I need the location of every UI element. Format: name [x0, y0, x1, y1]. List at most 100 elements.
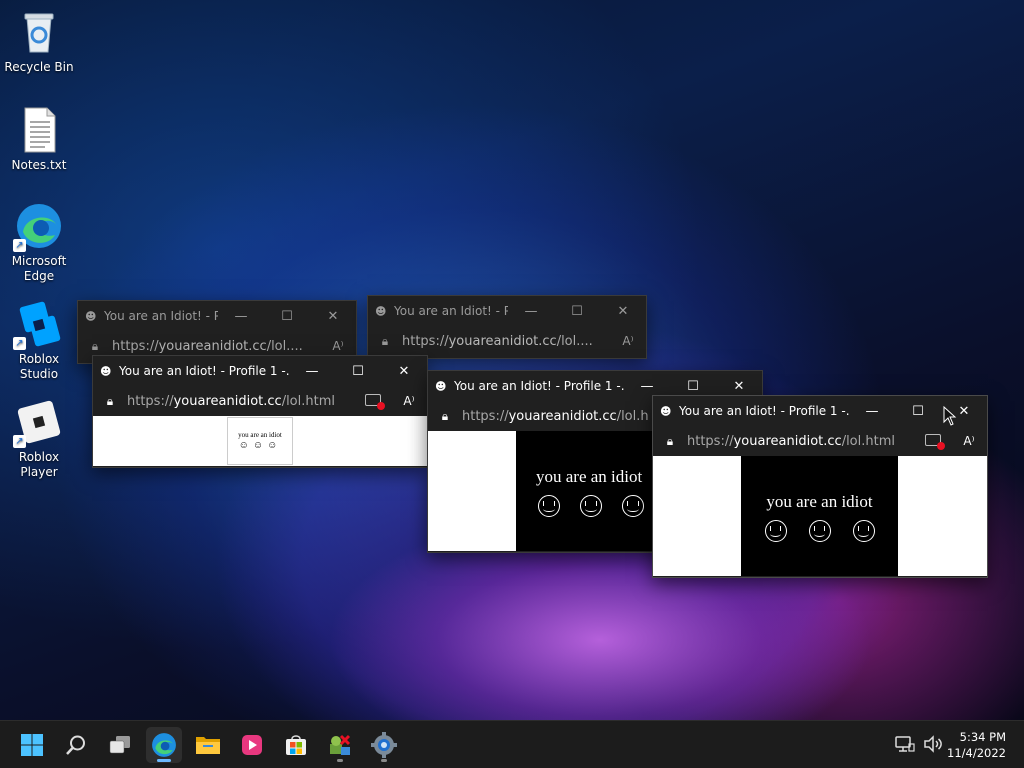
read-aloud-icon[interactable]: A⁾ [320, 339, 356, 353]
shortcut-arrow-icon: ↗ [13, 435, 26, 448]
window-titlebar[interactable]: ☻ You are an Idiot! - P... — ☐ ✕ [368, 296, 646, 326]
window-titlebar[interactable]: ☻ You are an Idiot! - Profile 1 -... — ☐… [653, 396, 987, 426]
edge-icon [152, 733, 176, 757]
desktop-icon-roblox-studio[interactable]: ↗ Roblox Studio [0, 300, 78, 382]
minimize-button[interactable]: — [289, 364, 335, 379]
url-path: /lol.html [841, 433, 895, 449]
url-scheme: https:// [402, 333, 449, 349]
windows-start-icon [21, 734, 43, 756]
edge-window[interactable]: ☻ You are an Idiot! - Profile 1 -... — ☐… [92, 355, 428, 468]
minimize-button[interactable]: — [624, 379, 670, 394]
edge-icon: ↗ [13, 202, 63, 252]
page-text: you are an idiot [766, 492, 873, 511]
url-text[interactable]: https://youareanidiot.cc/lol.html [687, 434, 915, 449]
lock-icon[interactable]: 🔒︎ [653, 434, 687, 449]
window-title: You are an Idiot! - Profile 1 -... [454, 379, 624, 393]
lock-icon[interactable]: 🔒︎ [93, 394, 127, 409]
close-button[interactable]: ✕ [310, 309, 356, 324]
window-titlebar[interactable]: ☻ You are an Idiot! - P... — ☐ ✕ [78, 301, 356, 331]
smiley-face-icon [580, 495, 602, 517]
address-bar[interactable]: 🔒︎ https://youareanidiot.cc/lol.html A⁾ [93, 386, 427, 416]
close-button[interactable]: ✕ [381, 364, 427, 379]
taskbar-settings[interactable] [366, 727, 402, 763]
running-indicator [157, 759, 171, 762]
shortcut-arrow-icon: ↗ [13, 239, 26, 252]
desktop-icon-roblox-player[interactable]: ↗ Roblox Player [0, 398, 78, 480]
roblox-player-icon: ↗ [13, 398, 63, 448]
maximize-button[interactable]: ☐ [554, 304, 600, 319]
idiot-panel: you are an idiot [741, 456, 898, 576]
shortcut-arrow-icon: ↗ [13, 337, 26, 350]
url-scheme: https:// [127, 393, 174, 409]
roblox-studio-icon: ↗ [13, 300, 63, 350]
network-icon[interactable] [895, 735, 915, 753]
smiley-face-icon [764, 520, 787, 542]
close-button[interactable]: ✕ [716, 379, 762, 394]
desktop-icon-edge[interactable]: ↗ Microsoft Edge [0, 202, 78, 284]
url-text[interactable]: https://youareanidiot.cc/lol.... [402, 334, 610, 349]
lock-icon[interactable]: 🔒︎ [78, 339, 112, 354]
lock-icon[interactable]: 🔒︎ [368, 334, 402, 349]
url-domain: youareanidiot.cc [448, 333, 557, 349]
search-icon [66, 735, 85, 755]
taskbar-virus-app[interactable] [322, 727, 358, 763]
address-bar[interactable]: 🔒︎ https://youareanidiot.cc/lol.... A⁾ [368, 326, 646, 356]
taskbar-file-explorer[interactable] [190, 727, 226, 763]
desktop-icon-label: Roblox Player [18, 450, 60, 479]
task-view-icon [109, 736, 130, 754]
lock-icon[interactable]: 🔒︎ [428, 409, 462, 424]
read-aloud-icon[interactable]: A⁾ [610, 334, 646, 348]
smiley-favicon-icon: ☻ [85, 309, 97, 323]
edge-window[interactable]: ☻ You are an Idiot! - Profile 1 -... — ☐… [652, 395, 988, 578]
close-button[interactable]: ✕ [600, 304, 646, 319]
task-view-button[interactable] [102, 727, 138, 763]
search-button[interactable] [58, 727, 94, 763]
url-domain: youareanidiot.cc [733, 433, 842, 449]
url-domain: youareanidiot.cc [508, 408, 617, 424]
window-title: You are an Idiot! - Profile 1 -... [679, 404, 849, 418]
taskbar-edge[interactable] [146, 727, 182, 763]
media-player-icon [242, 735, 262, 755]
screen-record-icon[interactable] [915, 433, 951, 450]
clock-time: 5:34 PM [959, 730, 1006, 744]
taskbar-microsoft-store[interactable] [278, 727, 314, 763]
minimize-button[interactable]: — [849, 404, 895, 419]
maximize-button[interactable]: ☐ [670, 379, 716, 394]
window-titlebar[interactable]: ☻ You are an Idiot! - Profile 1 -... — ☐… [93, 356, 427, 386]
smiley-favicon-icon: ☻ [660, 404, 672, 418]
start-button[interactable] [14, 727, 50, 763]
read-aloud-icon[interactable]: A⁾ [391, 394, 427, 408]
edge-window[interactable]: ☻ You are an Idiot! - P... — ☐ ✕ 🔒︎ http… [367, 295, 647, 359]
url-path: /lol.... [266, 338, 303, 354]
desktop-icon-notes[interactable]: Notes.txt [0, 106, 78, 173]
smiley-face-icon [538, 495, 560, 517]
desktop: Recycle Bin Notes.txt ↗ Microsoft Edge ↗… [0, 0, 1024, 720]
smiley-face-icon [852, 520, 875, 542]
smiley-row [741, 520, 898, 542]
minimize-button[interactable]: — [508, 304, 554, 319]
maximize-button[interactable]: ☐ [264, 309, 310, 324]
smiley-favicon-icon: ☻ [435, 379, 447, 393]
url-path: /lol.... [556, 333, 593, 349]
text-file-icon [15, 106, 63, 154]
smiley-favicon-icon: ☻ [100, 364, 112, 378]
url-text[interactable]: https://youareanidiot.cc/lol.... [112, 339, 320, 354]
clock-date: 11/4/2022 [947, 746, 1006, 760]
running-indicator [381, 759, 387, 762]
address-bar[interactable]: 🔒︎ https://youareanidiot.cc/lol.html A⁾ [653, 426, 987, 456]
taskbar-media-player[interactable] [234, 727, 270, 763]
smiley-face-icon [808, 520, 831, 542]
volume-icon[interactable] [923, 735, 943, 753]
url-text[interactable]: https://youareanidiot.cc/lol.html [127, 394, 355, 409]
screen-record-icon[interactable] [355, 393, 391, 410]
desktop-icon-label: Microsoft Edge [11, 254, 67, 283]
minimize-button[interactable]: — [218, 309, 264, 324]
maximize-button[interactable]: ☐ [895, 404, 941, 419]
page-content: you are an idiot ☺☺☺ [93, 416, 427, 466]
maximize-button[interactable]: ☐ [335, 364, 381, 379]
smiley-face-icon [622, 495, 644, 517]
read-aloud-icon[interactable]: A⁾ [951, 434, 987, 448]
system-clock[interactable]: 5:34 PM 11/4/2022 [947, 729, 1006, 761]
recycle-bin-icon [15, 8, 63, 56]
desktop-icon-recycle-bin[interactable]: Recycle Bin [0, 8, 78, 75]
